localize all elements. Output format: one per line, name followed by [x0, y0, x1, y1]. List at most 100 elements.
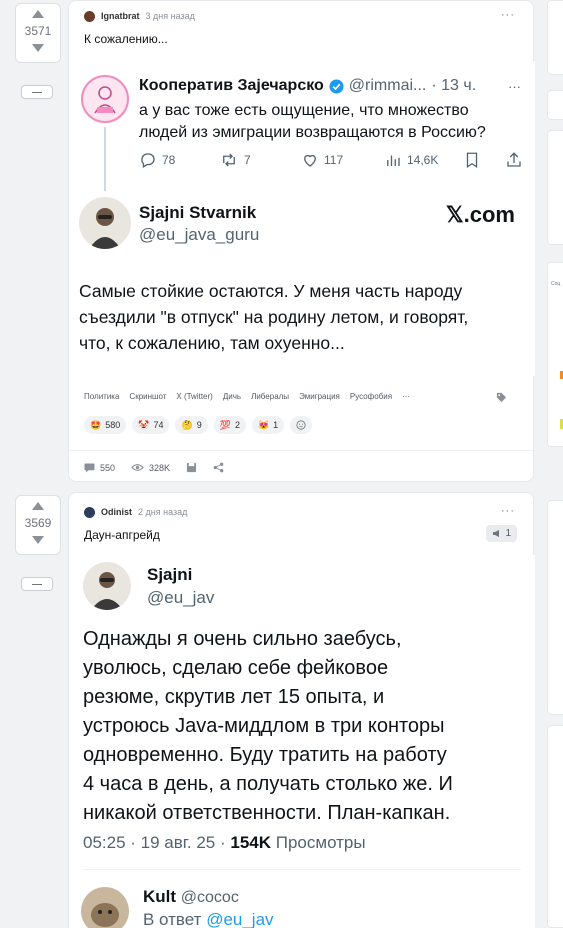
more-options-icon[interactable]: ···	[501, 9, 515, 21]
post-card: Ignatbrat 3 дня назад ··· К сожалению...…	[68, 0, 535, 482]
reply-icon	[141, 153, 155, 168]
collapse-button[interactable]	[21, 577, 53, 591]
reaction-count: 580	[105, 420, 121, 430]
author-name[interactable]: Ignatbrat	[101, 11, 140, 21]
comment-icon	[84, 462, 95, 473]
sidebar-widget	[547, 0, 563, 75]
tweet-text-line: людей из эмиграции возвращаются в Россию…	[139, 124, 486, 141]
post-score: 3569	[24, 516, 52, 530]
tag-icon[interactable]	[496, 392, 507, 403]
like-count: 117	[324, 153, 344, 167]
divider	[69, 450, 533, 451]
reaction-chip[interactable]: 💯 2	[213, 416, 246, 434]
avatar[interactable]	[84, 10, 95, 22]
views-action: 14,6K	[384, 151, 438, 169]
avatar[interactable]	[84, 506, 95, 518]
tweet-text-line: никакой ответственности. План-капкан.	[83, 802, 451, 824]
tweet-text-line: резюме, скрутив лет 15 опыта, и	[83, 686, 385, 708]
reaction-emoji-icon: 😻	[257, 419, 270, 430]
more-options-icon[interactable]: ···	[501, 505, 515, 517]
views-icon	[387, 155, 400, 166]
post-author-row: Odinist 2 дня назад	[84, 505, 187, 519]
collapse-button[interactable]	[21, 85, 53, 99]
avatar-icon	[89, 208, 121, 249]
tag-item[interactable]: Русофобия	[350, 392, 392, 401]
reaction-count: 74	[153, 420, 164, 430]
tweet-screenshot: Sjajni @eu_jav Однажды я очень сильно за…	[69, 555, 535, 928]
reaction-chip[interactable]: 🤩 580	[84, 416, 127, 434]
eye-icon	[131, 464, 144, 471]
retweet-icon	[223, 153, 235, 167]
author-name[interactable]: Odinist	[101, 507, 132, 517]
reply-author-name: Kult	[143, 887, 177, 906]
views-count: 14,6K	[407, 153, 439, 167]
tweet-author-name: Sjajni Stvarnik	[139, 203, 257, 222]
more-tags-button[interactable]: ···	[402, 392, 410, 401]
tag-item[interactable]: Политика	[84, 392, 119, 401]
reaction-emoji-icon: 🤩	[90, 419, 102, 430]
reaction-chip[interactable]: 🤡 74	[132, 416, 170, 434]
tweet-text-line: а у вас тоже есть ощущение, что множеств…	[139, 102, 469, 119]
downvote-icon[interactable]	[32, 44, 44, 52]
views-stat: 328K	[131, 463, 170, 473]
thread-line	[104, 127, 106, 191]
tag-item[interactable]: Скриншот	[129, 392, 166, 401]
sidebar-widget	[547, 90, 563, 120]
tag-item[interactable]: Эмиграция	[299, 392, 340, 401]
tag-item[interactable]: Дичь	[223, 392, 241, 401]
reply-handle: @cocoс	[180, 889, 239, 906]
tag-item[interactable]: X (Twitter)	[176, 392, 212, 401]
save-icon[interactable]	[186, 462, 197, 473]
post-card: Odinist 2 дня назад ··· Даун-апгрейд 1 S…	[68, 492, 535, 928]
comments-button[interactable]: 550	[84, 463, 115, 473]
tweet-time: · 13 ч.	[431, 77, 477, 94]
reaction-count: 1	[273, 420, 279, 430]
divider	[83, 869, 521, 870]
post-time: 3 дня назад	[145, 11, 195, 21]
reply-to-label: В ответ	[143, 910, 202, 928]
verified-icon	[329, 78, 344, 94]
upvote-icon[interactable]	[32, 10, 44, 18]
reply-to-handle: @eu_jav	[206, 910, 274, 928]
like-icon	[304, 154, 316, 167]
badge-count: 1	[505, 528, 511, 539]
post-title[interactable]: К сожалению...	[84, 32, 168, 46]
sidebar-widget	[547, 500, 563, 715]
tweet-meta: 05:25 · 19 авг. 25 · 154K Просмотры	[83, 833, 366, 853]
tweet-view-label: Просмотры	[275, 833, 366, 852]
tweet-author-name: Sjajni	[147, 565, 193, 584]
tweet-actions: 78 7 117 14,6K	[139, 151, 524, 171]
tweet-author-name: Кооператив Зајечарско	[139, 77, 324, 94]
tweet-text-line: что, к сожалению, там охуенно...	[79, 333, 345, 353]
tweet-timestamp: 05:25 · 19 авг. 25 ·	[83, 833, 226, 852]
tag-item[interactable]: Либералы	[251, 392, 289, 401]
avatar-icon	[91, 572, 123, 610]
bookmark-icon	[466, 152, 478, 169]
like-action: 117	[301, 151, 343, 169]
post-title[interactable]: Даун-апгрейд	[84, 528, 160, 542]
share-icon	[507, 152, 521, 167]
views-count: 328K	[149, 462, 171, 473]
tweet-body: Однажды я очень сильно заебусь, уволюсь,…	[83, 625, 453, 828]
post-score: 3571	[24, 24, 52, 38]
share-post-icon[interactable]	[213, 462, 224, 473]
tweet-more-icon: ···	[508, 79, 521, 94]
reaction-chip[interactable]: 🤔 9	[175, 416, 208, 434]
reply-to: В ответ @eu_jav	[143, 910, 274, 928]
tweet-text-line: устроюсь Java-миддлом в три конторы	[83, 715, 445, 737]
reaction-chip[interactable]: 😻 1	[251, 416, 285, 434]
sidebar-label: Соц	[551, 281, 561, 287]
vote-box: 3571	[15, 3, 61, 63]
reaction-emoji-icon: 🤡	[138, 419, 150, 430]
downvote-icon[interactable]	[32, 536, 44, 544]
tweet-handle: @rimmai...	[348, 77, 427, 94]
upvote-icon[interactable]	[32, 502, 44, 510]
right-sidebar: Соц	[547, 0, 563, 928]
reply-action: 78	[139, 151, 175, 169]
avatar-icon	[91, 903, 119, 927]
x-brand-logo: 𝕏.com	[445, 202, 515, 227]
community-badge[interactable]: 1	[486, 525, 517, 542]
add-reaction-button[interactable]	[290, 416, 313, 434]
add-reaction-icon	[296, 420, 306, 430]
retweet-count: 7	[244, 153, 251, 167]
